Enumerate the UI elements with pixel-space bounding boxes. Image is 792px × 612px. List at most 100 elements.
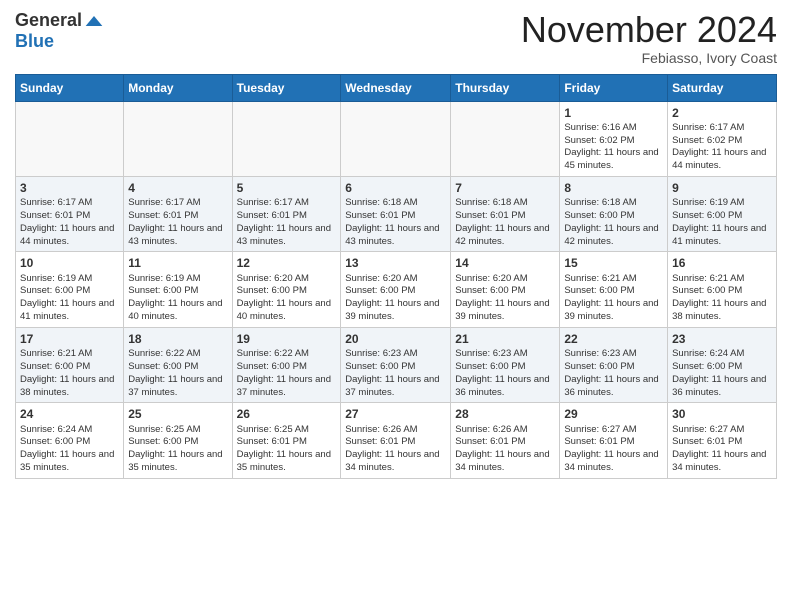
- header-friday: Friday: [560, 74, 668, 101]
- logo-icon: [84, 11, 104, 31]
- calendar-cell-w5-d2: 25 Sunrise: 6:25 AM Sunset: 6:00 PM Dayli…: [124, 403, 232, 478]
- header-monday: Monday: [124, 74, 232, 101]
- header: General Blue November 2024 Febiasso, Ivo…: [15, 10, 777, 66]
- day-number: 25: [128, 406, 227, 422]
- day-number: 17: [20, 331, 119, 347]
- calendar-cell-w2-d3: 5Sunrise: 6:17 AM Sunset: 6:01 PM Daylig…: [232, 177, 341, 252]
- day-info: Sunrise: 6:18 AM Sunset: 6:01 PM Dayligh…: [455, 197, 555, 248]
- calendar-cell-w1-d6: 1Sunrise: 6:16 AM Sunset: 6:02 PM Daylig…: [560, 101, 668, 176]
- day-number: 4: [128, 180, 227, 196]
- calendar-cell-w1-d2: [124, 101, 232, 176]
- day-number: 27: [345, 406, 446, 422]
- calendar-cell-w4-d4: 20Sunrise: 6:23 AM Sunset: 6:00 PM Dayli…: [341, 327, 451, 402]
- calendar-cell-w1-d1: [16, 101, 124, 176]
- calendar-cell-w4-d7: 23Sunrise: 6:24 AM Sunset: 6:00 PM Dayli…: [668, 327, 777, 402]
- day-info: Sunrise: 6:23 AM Sunset: 6:00 PM Dayligh…: [455, 348, 555, 399]
- header-tuesday: Tuesday: [232, 74, 341, 101]
- day-info: Sunrise: 6:19 AM Sunset: 6:00 PM Dayligh…: [672, 197, 772, 248]
- calendar-cell-w1-d7: 2Sunrise: 6:17 AM Sunset: 6:02 PM Daylig…: [668, 101, 777, 176]
- logo: General Blue: [15, 10, 104, 52]
- day-info: Sunrise: 6:16 AM Sunset: 6:02 PM Dayligh…: [564, 122, 663, 173]
- day-number: 1: [564, 105, 663, 121]
- day-number: 2: [672, 105, 772, 121]
- day-number: 13: [345, 255, 446, 271]
- calendar-cell-w5-d5: 28 Sunrise: 6:26 AM Sunset: 6:01 PM Dayli…: [451, 403, 560, 478]
- day-number: 20: [345, 331, 446, 347]
- day-info: Sunrise: 6:24 AM Sunset: 6:00 PM Dayligh…: [672, 348, 772, 399]
- calendar-cell-w5-d7: 30 Sunrise: 6:27 AM Sunset: 6:01 PM Dayli…: [668, 403, 777, 478]
- calendar-header-row: Sunday Monday Tuesday Wednesday Thursday…: [16, 74, 777, 101]
- calendar-cell-w5-d3: 26 Sunrise: 6:25 AM Sunset: 6:01 PM Dayli…: [232, 403, 341, 478]
- day-info: Sunrise: 6:26 AM Sunset: 6:01 PM Dayligh…: [455, 424, 555, 475]
- calendar-cell-w3-d2: 11Sunrise: 6:19 AM Sunset: 6:00 PM Dayli…: [124, 252, 232, 327]
- calendar-cell-w3-d6: 15 Sunrise: 6:21 AM Sunset: 6:00 PM Dayli…: [560, 252, 668, 327]
- day-number: 28: [455, 406, 555, 422]
- day-number: 19: [237, 331, 337, 347]
- day-number: 26: [237, 406, 337, 422]
- day-info: Sunrise: 6:18 AM Sunset: 6:01 PM Dayligh…: [345, 197, 446, 248]
- day-info: Sunrise: 6:20 AM Sunset: 6:00 PM Dayligh…: [237, 273, 337, 324]
- day-info: Sunrise: 6:20 AM Sunset: 6:00 PM Dayligh…: [345, 273, 446, 324]
- day-number: 10: [20, 255, 119, 271]
- day-number: 7: [455, 180, 555, 196]
- day-number: 15: [564, 255, 663, 271]
- day-number: 16: [672, 255, 772, 271]
- day-info: Sunrise: 6:17 AM Sunset: 6:02 PM Dayligh…: [672, 122, 772, 173]
- day-number: 30: [672, 406, 772, 422]
- day-info: Sunrise: 6:20 AM Sunset: 6:00 PM Dayligh…: [455, 273, 555, 324]
- month-title: November 2024: [521, 10, 777, 50]
- header-sunday: Sunday: [16, 74, 124, 101]
- day-info: Sunrise: 6:22 AM Sunset: 6:00 PM Dayligh…: [237, 348, 337, 399]
- day-info: Sunrise: 6:21 AM Sunset: 6:00 PM Dayligh…: [564, 273, 663, 324]
- calendar-cell-w4-d1: 17Sunrise: 6:21 AM Sunset: 6:00 PM Dayli…: [16, 327, 124, 402]
- calendar-week-2: 3Sunrise: 6:17 AM Sunset: 6:01 PM Daylig…: [16, 177, 777, 252]
- day-info: Sunrise: 6:18 AM Sunset: 6:00 PM Dayligh…: [564, 197, 663, 248]
- day-info: Sunrise: 6:17 AM Sunset: 6:01 PM Dayligh…: [20, 197, 119, 248]
- calendar-cell-w4-d5: 21Sunrise: 6:23 AM Sunset: 6:00 PM Dayli…: [451, 327, 560, 402]
- day-info: Sunrise: 6:25 AM Sunset: 6:00 PM Dayligh…: [128, 424, 227, 475]
- calendar-cell-w2-d5: 7Sunrise: 6:18 AM Sunset: 6:01 PM Daylig…: [451, 177, 560, 252]
- day-number: 9: [672, 180, 772, 196]
- calendar-cell-w2-d2: 4Sunrise: 6:17 AM Sunset: 6:01 PM Daylig…: [124, 177, 232, 252]
- calendar-cell-w2-d7: 9Sunrise: 6:19 AM Sunset: 6:00 PM Daylig…: [668, 177, 777, 252]
- day-info: Sunrise: 6:21 AM Sunset: 6:00 PM Dayligh…: [672, 273, 772, 324]
- calendar-week-3: 10 Sunrise: 6:19 AM Sunset: 6:00 PM Dayli…: [16, 252, 777, 327]
- calendar-cell-w4-d3: 19Sunrise: 6:22 AM Sunset: 6:00 PM Dayli…: [232, 327, 341, 402]
- calendar-cell-w3-d1: 10 Sunrise: 6:19 AM Sunset: 6:00 PM Dayli…: [16, 252, 124, 327]
- day-number: 29: [564, 406, 663, 422]
- calendar-cell-w5-d1: 24Sunrise: 6:24 AM Sunset: 6:00 PM Dayli…: [16, 403, 124, 478]
- day-number: 12: [237, 255, 337, 271]
- day-info: Sunrise: 6:23 AM Sunset: 6:00 PM Dayligh…: [345, 348, 446, 399]
- calendar-cell-w4-d2: 18Sunrise: 6:22 AM Sunset: 6:00 PM Dayli…: [124, 327, 232, 402]
- calendar-table: Sunday Monday Tuesday Wednesday Thursday…: [15, 74, 777, 479]
- day-info: Sunrise: 6:25 AM Sunset: 6:01 PM Dayligh…: [237, 424, 337, 475]
- day-number: 21: [455, 331, 555, 347]
- day-number: 8: [564, 180, 663, 196]
- day-info: Sunrise: 6:19 AM Sunset: 6:00 PM Dayligh…: [20, 273, 119, 324]
- day-info: Sunrise: 6:23 AM Sunset: 6:00 PM Dayligh…: [564, 348, 663, 399]
- day-info: Sunrise: 6:21 AM Sunset: 6:00 PM Dayligh…: [20, 348, 119, 399]
- day-info: Sunrise: 6:17 AM Sunset: 6:01 PM Dayligh…: [237, 197, 337, 248]
- calendar-cell-w3-d4: 13 Sunrise: 6:20 AM Sunset: 6:00 PM Dayli…: [341, 252, 451, 327]
- title-section: November 2024 Febiasso, Ivory Coast: [521, 10, 777, 66]
- calendar-cell-w2-d4: 6Sunrise: 6:18 AM Sunset: 6:01 PM Daylig…: [341, 177, 451, 252]
- calendar-cell-w4-d6: 22Sunrise: 6:23 AM Sunset: 6:00 PM Dayli…: [560, 327, 668, 402]
- calendar-week-4: 17Sunrise: 6:21 AM Sunset: 6:00 PM Dayli…: [16, 327, 777, 402]
- calendar-cell-w5-d4: 27 Sunrise: 6:26 AM Sunset: 6:01 PM Dayli…: [341, 403, 451, 478]
- calendar-cell-w1-d5: [451, 101, 560, 176]
- calendar-cell-w1-d3: [232, 101, 341, 176]
- logo-blue-text: Blue: [15, 31, 54, 52]
- calendar-cell-w3-d7: 16 Sunrise: 6:21 AM Sunset: 6:00 PM Dayli…: [668, 252, 777, 327]
- day-info: Sunrise: 6:26 AM Sunset: 6:01 PM Dayligh…: [345, 424, 446, 475]
- calendar-cell-w3-d5: 14 Sunrise: 6:20 AM Sunset: 6:00 PM Dayli…: [451, 252, 560, 327]
- location-subtitle: Febiasso, Ivory Coast: [521, 50, 777, 66]
- day-info: Sunrise: 6:27 AM Sunset: 6:01 PM Dayligh…: [564, 424, 663, 475]
- calendar-cell-w1-d4: [341, 101, 451, 176]
- calendar-cell-w5-d6: 29 Sunrise: 6:27 AM Sunset: 6:01 PM Dayli…: [560, 403, 668, 478]
- logo-general-text: General: [15, 10, 82, 31]
- day-number: 14: [455, 255, 555, 271]
- calendar-week-1: 1Sunrise: 6:16 AM Sunset: 6:02 PM Daylig…: [16, 101, 777, 176]
- day-number: 23: [672, 331, 772, 347]
- header-saturday: Saturday: [668, 74, 777, 101]
- day-info: Sunrise: 6:27 AM Sunset: 6:01 PM Dayligh…: [672, 424, 772, 475]
